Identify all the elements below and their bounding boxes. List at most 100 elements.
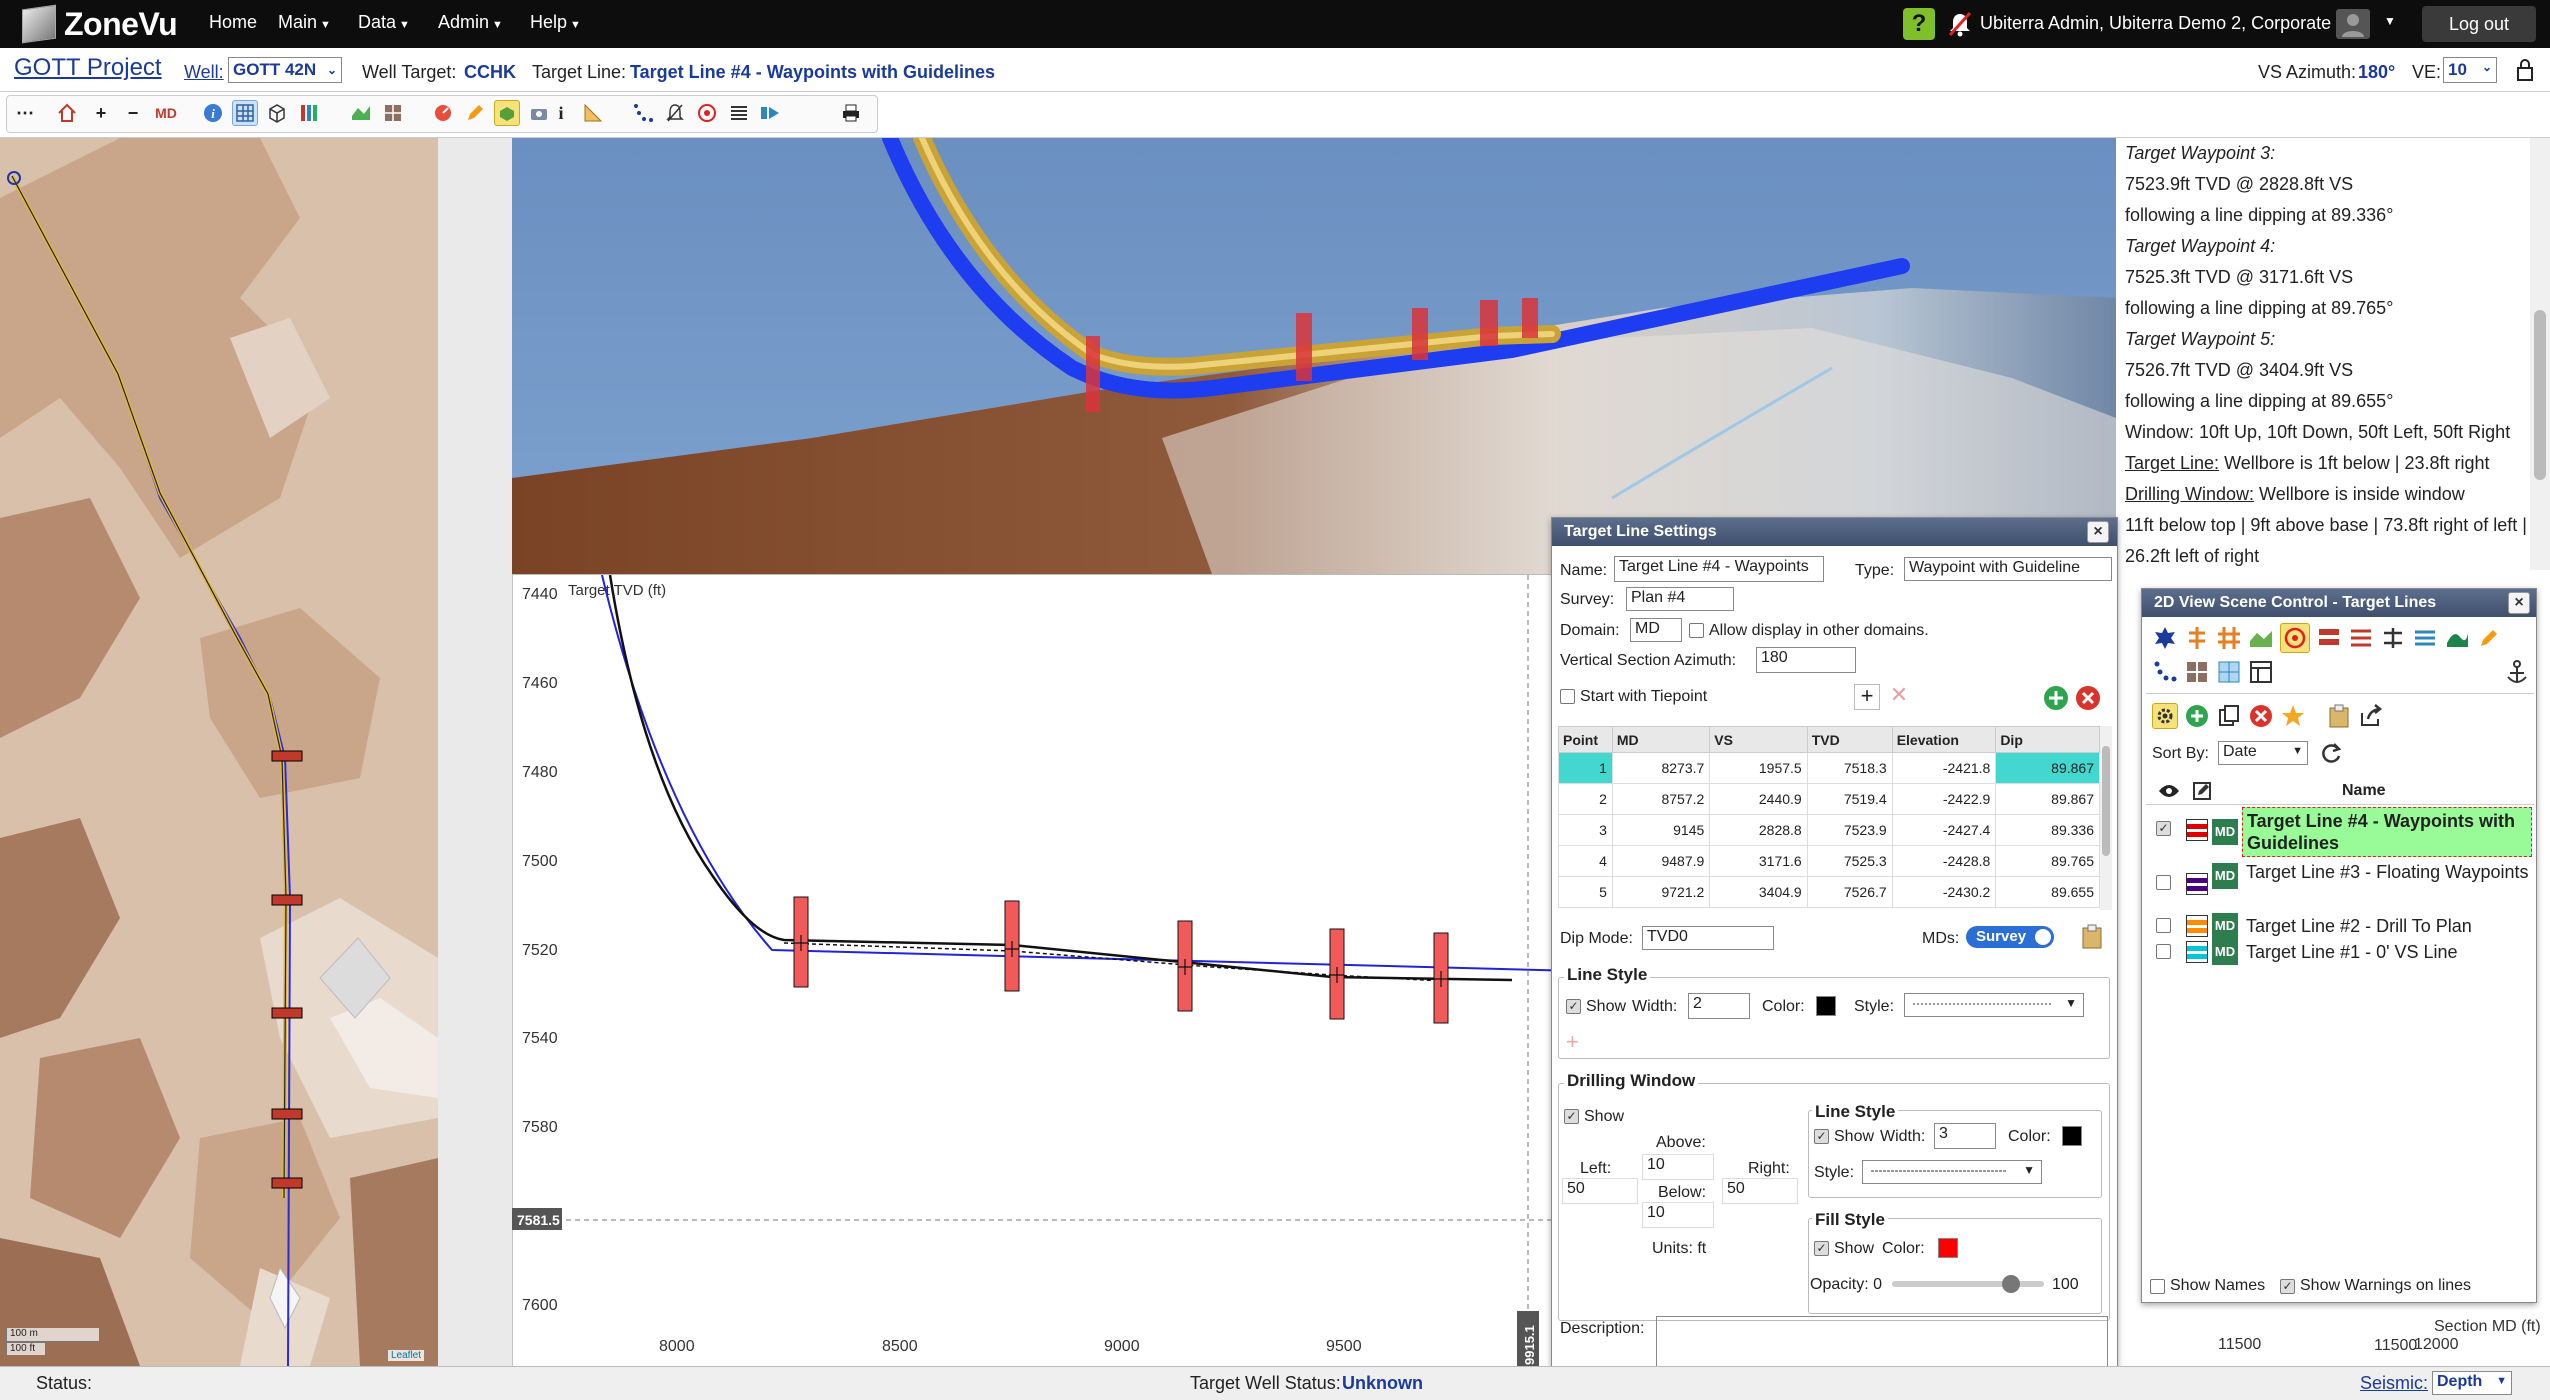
faults-icon[interactable] [380, 100, 406, 126]
table-cell[interactable]: 9487.9 [1611, 845, 1711, 877]
table-cell[interactable]: 3 [1558, 814, 1613, 846]
pencil-icon[interactable] [462, 100, 488, 126]
table-row[interactable]: 4 9487.9 3171.6 7525.3 -2428.8 89.765 [1558, 845, 2100, 877]
show-names-checkbox[interactable] [2150, 1279, 2165, 1294]
table-cell[interactable]: -2427.4 [1891, 814, 1997, 846]
above-input[interactable]: 10 [1642, 1154, 1714, 1180]
delete-point-button[interactable]: ✕ [1886, 684, 1912, 710]
map-attribution[interactable]: Leaflet [388, 1350, 425, 1361]
refresh-icon[interactable] [2320, 741, 2344, 765]
visibility-checkbox[interactable] [2156, 875, 2171, 890]
mds-survey-toggle[interactable]: Survey [1966, 926, 2054, 948]
dw-width-input[interactable]: 3 [1934, 1123, 1996, 1149]
horizon-surface-icon[interactable] [2248, 625, 2274, 651]
zonevu-logo[interactable]: ZoneVu [22, 4, 178, 44]
dw-line-style-select[interactable]: ▼ [1862, 1160, 2042, 1184]
ve-select[interactable]: 10 ⌄ [2443, 57, 2497, 83]
bell-off-icon[interactable] [1946, 10, 1974, 38]
well-select[interactable]: GOTT 42N ⌄ [228, 57, 342, 83]
anchor-icon[interactable] [2504, 659, 2530, 685]
seismic-link[interactable]: Seismic: [2360, 1373, 2428, 1394]
formation-tops-icon[interactable] [2380, 625, 2406, 651]
delete-circle-icon[interactable] [2248, 703, 2274, 729]
question-icon[interactable]: ? [1903, 8, 1935, 40]
info-circle-icon[interactable]: i [200, 100, 226, 126]
table-scrollbar-thumb[interactable] [2102, 746, 2110, 856]
table-cell[interactable]: 2 [1558, 783, 1613, 815]
vsa-input[interactable]: 180 [1756, 647, 1856, 673]
opacity-slider-thumb[interactable] [2001, 1275, 2020, 1293]
table-cell[interactable]: 9721.2 [1611, 876, 1711, 908]
list-item-label[interactable]: Target Line #2 - Drill To Plan [2246, 915, 2530, 937]
lock-icon[interactable] [2516, 58, 2534, 82]
add-circle-icon[interactable] [2184, 703, 2210, 729]
list-item-label[interactable]: Target Line #4 - Waypoints with Guidelin… [2242, 807, 2532, 857]
layout-icon[interactable] [2248, 659, 2274, 685]
fault-grid-icon[interactable] [2216, 625, 2242, 651]
visibility-checkbox[interactable] [2156, 944, 2171, 959]
layers-icon[interactable] [726, 100, 752, 126]
type-select[interactable]: Waypoint with Guideline [1904, 557, 2112, 581]
line-style-select[interactable]: ▼ [1904, 993, 2084, 1017]
target-line-link[interactable]: Target Line: [2125, 453, 2219, 473]
table-cell[interactable]: -2422.9 [1891, 783, 1997, 815]
table-cell[interactable]: 3171.6 [1709, 845, 1808, 877]
allow-display-checkbox[interactable] [1689, 623, 1704, 638]
add-point-button[interactable]: + [1854, 684, 1880, 710]
nav-admin[interactable]: Admin ▼ [438, 12, 503, 33]
geosteering-icon[interactable] [2444, 625, 2470, 651]
zones-icon[interactable] [2412, 625, 2438, 651]
list-item-label[interactable]: Target Line #1 - 0' VS Line [2246, 941, 2530, 963]
chevron-down-icon[interactable]: ▼ [2384, 14, 2396, 28]
table-row[interactable]: 1 8273.7 1957.5 7518.3 -2421.8 89.867 [1558, 752, 2100, 784]
clipboard-icon[interactable] [2080, 924, 2104, 950]
project-link[interactable]: GOTT Project [14, 54, 162, 82]
log-tracks-icon[interactable] [296, 100, 322, 126]
target-lines-toggle[interactable] [2280, 623, 2310, 653]
table-cell[interactable]: 7525.3 [1806, 845, 1893, 877]
table-cell[interactable]: 5 [1558, 876, 1613, 908]
table-cell[interactable]: -2430.2 [1891, 876, 1997, 908]
table-cell[interactable]: 3404.9 [1709, 876, 1808, 908]
table-row[interactable]: 3 9145 2828.8 7523.9 -2427.4 89.336 [1558, 814, 2100, 846]
zoom-in-icon[interactable]: + [88, 100, 114, 126]
list-item[interactable]: MD Target Line #2 - Drill To Plan [2146, 913, 2534, 939]
seismic-select[interactable]: Depth ▼ [2432, 1371, 2512, 1395]
list-item[interactable]: MD Target Line #1 - 0' VS Line [2146, 939, 2534, 965]
table-cell[interactable]: 9145 [1611, 814, 1711, 846]
well-marker-icon[interactable] [2184, 625, 2210, 651]
log-tracks-icon[interactable] [2316, 625, 2342, 651]
print-icon[interactable] [838, 100, 864, 126]
nav-main[interactable]: Main ▼ [278, 12, 331, 33]
fill-color-swatch[interactable] [1938, 1238, 1958, 1258]
horizon-icon[interactable] [348, 100, 374, 126]
lithology-icon[interactable] [2348, 625, 2374, 651]
table-row[interactable]: 2 8757.2 2440.9 7519.4 -2422.9 89.867 [1558, 783, 2100, 815]
table-cell[interactable]: 7519.4 [1806, 783, 1893, 815]
cancel-circle-icon[interactable] [2074, 684, 2102, 712]
sort-by-select[interactable]: Date ▼ [2218, 741, 2308, 765]
left-input[interactable]: 50 [1562, 1178, 1638, 1204]
table-cell[interactable]: 1 [1558, 752, 1613, 784]
opacity-slider[interactable] [1892, 1275, 2044, 1293]
list-item[interactable]: ✓ MD Target Line #4 - Waypoints with Gui… [2146, 807, 2534, 857]
close-icon[interactable]: × [2087, 521, 2109, 543]
target-icon[interactable] [694, 100, 720, 126]
table-cell[interactable]: 89.655 [1995, 876, 2100, 908]
table-cell[interactable]: 89.336 [1995, 814, 2100, 846]
bell-icon[interactable] [662, 100, 688, 126]
home-icon[interactable] [54, 100, 80, 126]
zoom-out-icon[interactable]: − [120, 100, 146, 126]
show-line-checkbox[interactable]: ✓ [1566, 999, 1581, 1014]
ruler-icon[interactable] [580, 100, 606, 126]
survey-select[interactable]: Plan #4 [1626, 587, 1734, 611]
add-circle-icon[interactable] [2042, 684, 2070, 712]
table-scrollbar[interactable] [2100, 726, 2112, 910]
settings-burst-icon[interactable] [2152, 625, 2178, 651]
table-cell[interactable]: 7523.9 [1806, 814, 1893, 846]
md-toggle-button[interactable]: MD [150, 100, 182, 126]
3d-box-icon[interactable] [264, 100, 290, 126]
faults-icon[interactable] [2184, 659, 2210, 685]
info-scrollbar-thumb[interactable] [2534, 310, 2546, 480]
below-input[interactable]: 10 [1642, 1202, 1714, 1228]
